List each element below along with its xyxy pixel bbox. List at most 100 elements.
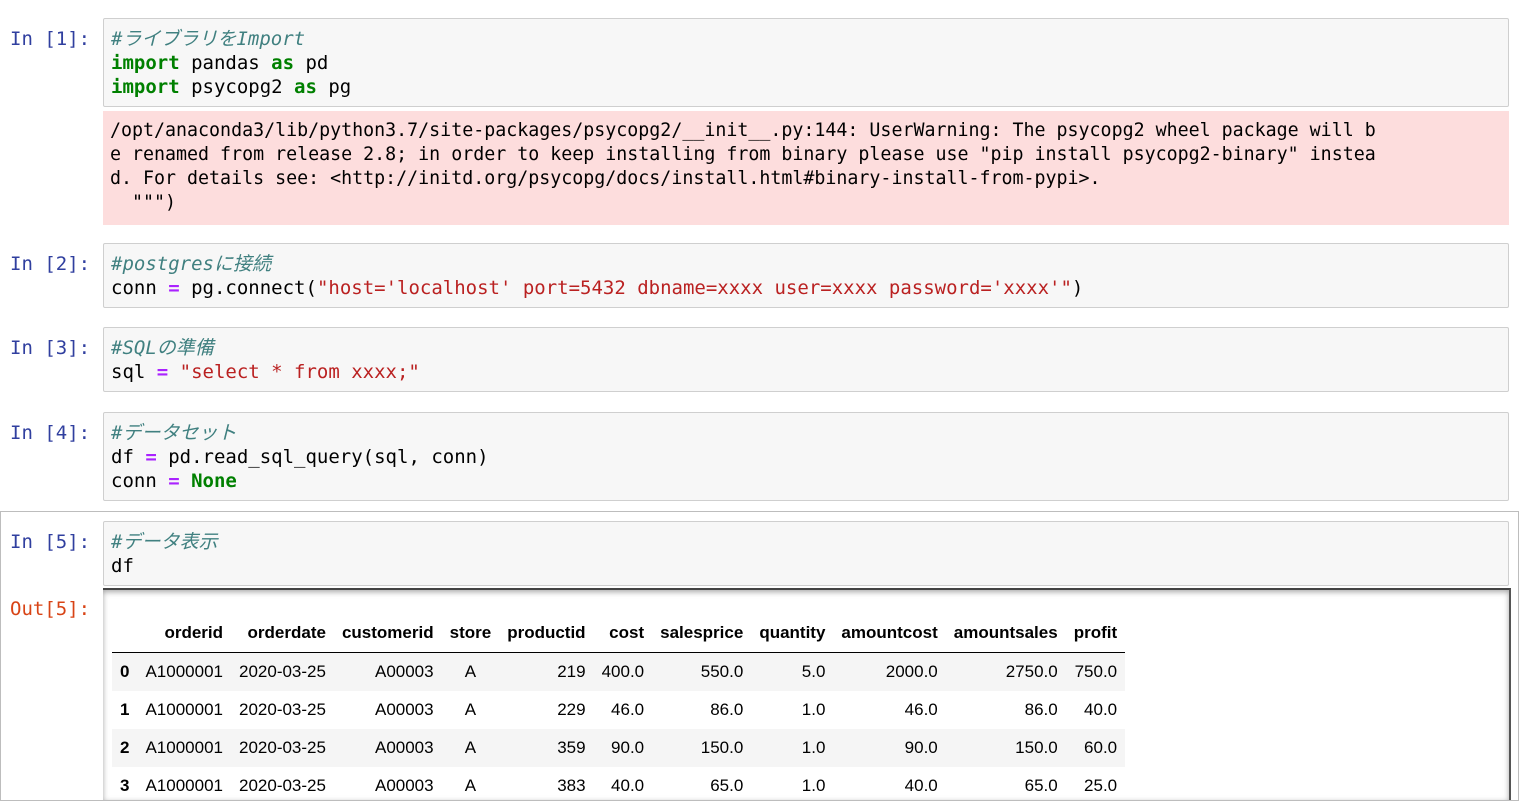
table-cell: 1.0: [801, 700, 826, 719]
code-text: df: [111, 446, 146, 468]
code-line: df = pd.read_sql_query(sql, conn): [111, 445, 1508, 469]
table-cell: 2020-03-25: [239, 700, 326, 719]
stderr-line: e renamed from release 2.8; in order to …: [110, 144, 1376, 165]
column-header: customerid: [333, 614, 442, 653]
code-line: #データセット: [111, 421, 1508, 445]
row-index: 3: [120, 776, 130, 795]
table-cell: A: [441, 729, 500, 767]
table-cell: 2750.0: [945, 652, 1066, 691]
table-cell: 65.0: [710, 776, 744, 795]
table-cell: 150.0: [945, 729, 1066, 767]
code-line: #postgresに接続: [111, 252, 1508, 276]
cell-1-stderr-output: /opt/anaconda3/lib/python3.7/site-packag…: [103, 111, 1509, 225]
table-cell: A: [441, 652, 500, 691]
table-cell: 40.0: [611, 776, 645, 795]
cell-1-prompt: In [1]:: [10, 28, 91, 50]
cell-5-input[interactable]: #データ表示 df: [103, 521, 1509, 586]
column-header: orderdate: [231, 614, 334, 653]
row-index: 2: [112, 729, 138, 767]
table-cell: 750.0: [1065, 652, 1126, 691]
code-text: df: [111, 555, 134, 577]
table-cell: A: [464, 700, 477, 719]
column-header: [112, 614, 138, 653]
table-cell: 86.0: [1024, 700, 1058, 719]
stderr-line: /opt/anaconda3/lib/python3.7/site-packag…: [110, 120, 1376, 141]
code-line: conn = pg.connect("host='localhost' port…: [111, 276, 1508, 300]
table-cell: 2020-03-25: [231, 652, 334, 691]
table-cell: 1.0: [751, 729, 834, 767]
column-header: productid: [499, 614, 594, 653]
cell-2-input[interactable]: #postgresに接続 conn = pg.connect("host='lo…: [103, 243, 1509, 308]
table-cell: 229: [557, 700, 586, 719]
column-header: quantity: [751, 614, 834, 653]
code-line: import pandas as pd: [111, 51, 1508, 75]
table-cell: 383: [557, 776, 586, 795]
table-cell: 46.0: [904, 700, 938, 719]
column-header: profit: [1065, 614, 1126, 653]
table-row: 1 A1000001 2020-03-25 A00003 A 229 46.0 …: [112, 691, 1125, 729]
row-index: 1: [120, 700, 130, 719]
code-text: pg: [316, 76, 352, 98]
table-cell: 60.0: [1065, 729, 1126, 767]
row-index: 0: [112, 652, 138, 691]
table-cell: A: [464, 776, 477, 795]
table-cell: A1000001: [137, 652, 231, 691]
table-cell: A1000001: [145, 700, 223, 719]
code-text: pg.connect(: [179, 277, 317, 299]
table-cell: 90.0: [833, 729, 946, 767]
cell-4-input[interactable]: #データセット df = pd.read_sql_query(sql, conn…: [103, 412, 1509, 501]
table-cell: 86.0: [710, 700, 744, 719]
table-cell: 2020-03-25: [231, 729, 334, 767]
table-row: 0 A1000001 2020-03-25 A00003 A 219 400.0…: [112, 652, 1126, 691]
table-row: 3 A1000001 2020-03-25 A00003 A 383 40.0 …: [112, 767, 1125, 805]
table-cell: 219: [499, 652, 594, 691]
code-text: sql: [111, 361, 157, 383]
table-header-row: orderid orderdate customerid store produ…: [112, 614, 1126, 653]
table-cell: 150.0: [652, 729, 752, 767]
table-cell: A1000001: [145, 776, 223, 795]
dataframe-table: orderid orderdate customerid store produ…: [112, 614, 1126, 805]
operator: =: [145, 446, 157, 468]
cell-5-out-prompt: Out[5]:: [10, 598, 91, 620]
column-header: cost: [593, 614, 653, 653]
column-header: orderid: [137, 614, 231, 653]
table-cell: 359: [499, 729, 594, 767]
table-cell: A1000001: [137, 729, 231, 767]
keyword: as: [271, 52, 295, 74]
stderr-line: """): [110, 192, 177, 213]
cell-3-input[interactable]: #SQLの準備 sql = "select * from xxxx;": [103, 327, 1509, 392]
string-literal: "host='localhost' port=5432 dbname=xxxx …: [316, 277, 1072, 299]
code-comment: #データセット: [111, 422, 237, 444]
cell-4-prompt: In [4]:: [10, 422, 91, 444]
code-comment: #SQLの準備: [111, 337, 214, 359]
keyword: import: [111, 76, 180, 98]
operator: =: [168, 470, 180, 492]
table-cell: 90.0: [593, 729, 653, 767]
code-line: import psycopg2 as pg: [111, 75, 1508, 99]
table-cell: 2000.0: [833, 652, 946, 691]
table-cell: A00003: [374, 776, 434, 795]
code-comment: #データ表示: [111, 531, 218, 553]
table-cell: 25.0: [1084, 776, 1118, 795]
code-text: ): [1071, 277, 1084, 299]
table-cell: A00003: [333, 652, 442, 691]
column-header: store: [441, 614, 500, 653]
table-cell: 2020-03-25: [239, 776, 326, 795]
keyword: None: [179, 470, 237, 492]
string-literal: "select * from xxxx;": [168, 361, 420, 383]
table-cell: 40.0: [1084, 700, 1118, 719]
table-cell: 65.0: [1024, 776, 1058, 795]
code-text: psycopg2: [179, 76, 295, 98]
code-line: sql = "select * from xxxx;": [111, 360, 1508, 384]
cell-2-prompt: In [2]:: [10, 253, 91, 275]
cell-1-input[interactable]: #ライブラリをImport import pandas as pd import…: [103, 18, 1509, 107]
code-text: conn: [111, 277, 169, 299]
table-cell: 400.0: [593, 652, 653, 691]
code-text: pandas: [179, 52, 272, 74]
code-line: #SQLの準備: [111, 336, 1508, 360]
code-text: pd.read_sql_query(sql, conn): [156, 446, 489, 468]
keyword: import: [111, 52, 180, 74]
operator: =: [168, 277, 180, 299]
column-header: amountcost: [833, 614, 946, 653]
code-comment: #ライブラリをImport: [111, 28, 306, 50]
